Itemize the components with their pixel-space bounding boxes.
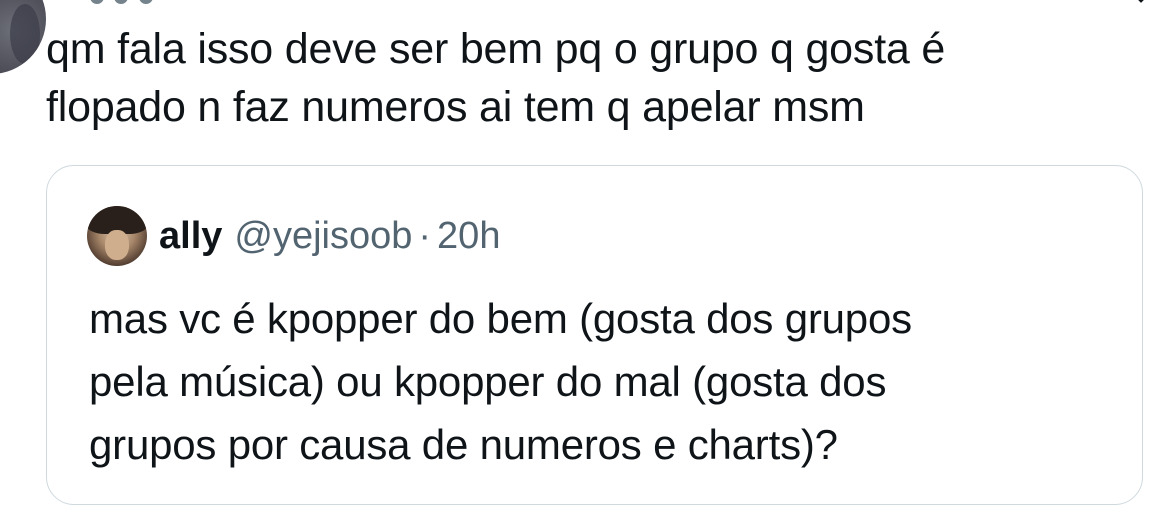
header-separator: · xyxy=(418,214,432,257)
reply-header-cropped xyxy=(90,0,390,4)
quote-text-line: pela música) ou kpopper do mal (gosta do… xyxy=(89,358,887,405)
cropped-glyph xyxy=(138,0,153,4)
cropped-glyph xyxy=(114,0,129,4)
quoted-author-handle[interactable]: @yejisoob xyxy=(234,215,412,258)
quoted-tweet-card[interactable]: ally @yejisoob · 20h mas vc é kpopper do… xyxy=(46,165,1143,505)
tweet-view: qm fala isso deve ser bem pq o grupo q g… xyxy=(0,0,1171,506)
reply-text-line: flopado n faz numeros ai tem q apelar ms… xyxy=(46,83,865,131)
quoted-tweet-timestamp[interactable]: 20h xyxy=(437,215,500,258)
reply-tweet-text: qm fala isso deve ser bem pq o grupo q g… xyxy=(46,20,1106,136)
quote-text-line: mas vc é kpopper do bem (gosta dos grupo… xyxy=(89,295,912,342)
reply-author-avatar[interactable] xyxy=(0,0,46,74)
quoted-tweet-text: mas vc é kpopper do bem (gosta dos grupo… xyxy=(89,287,1109,476)
quoted-author-avatar[interactable] xyxy=(87,206,147,266)
cropped-glyph xyxy=(90,0,104,4)
quote-text-line: grupos por causa de numeros e charts)? xyxy=(89,421,838,468)
quoted-author-name[interactable]: ally xyxy=(159,215,222,258)
reply-text-line: qm fala isso deve ser bem pq o grupo q g… xyxy=(46,25,946,73)
quoted-tweet-header: ally @yejisoob · 20h xyxy=(87,206,500,266)
more-options-icon[interactable] xyxy=(1121,0,1161,10)
